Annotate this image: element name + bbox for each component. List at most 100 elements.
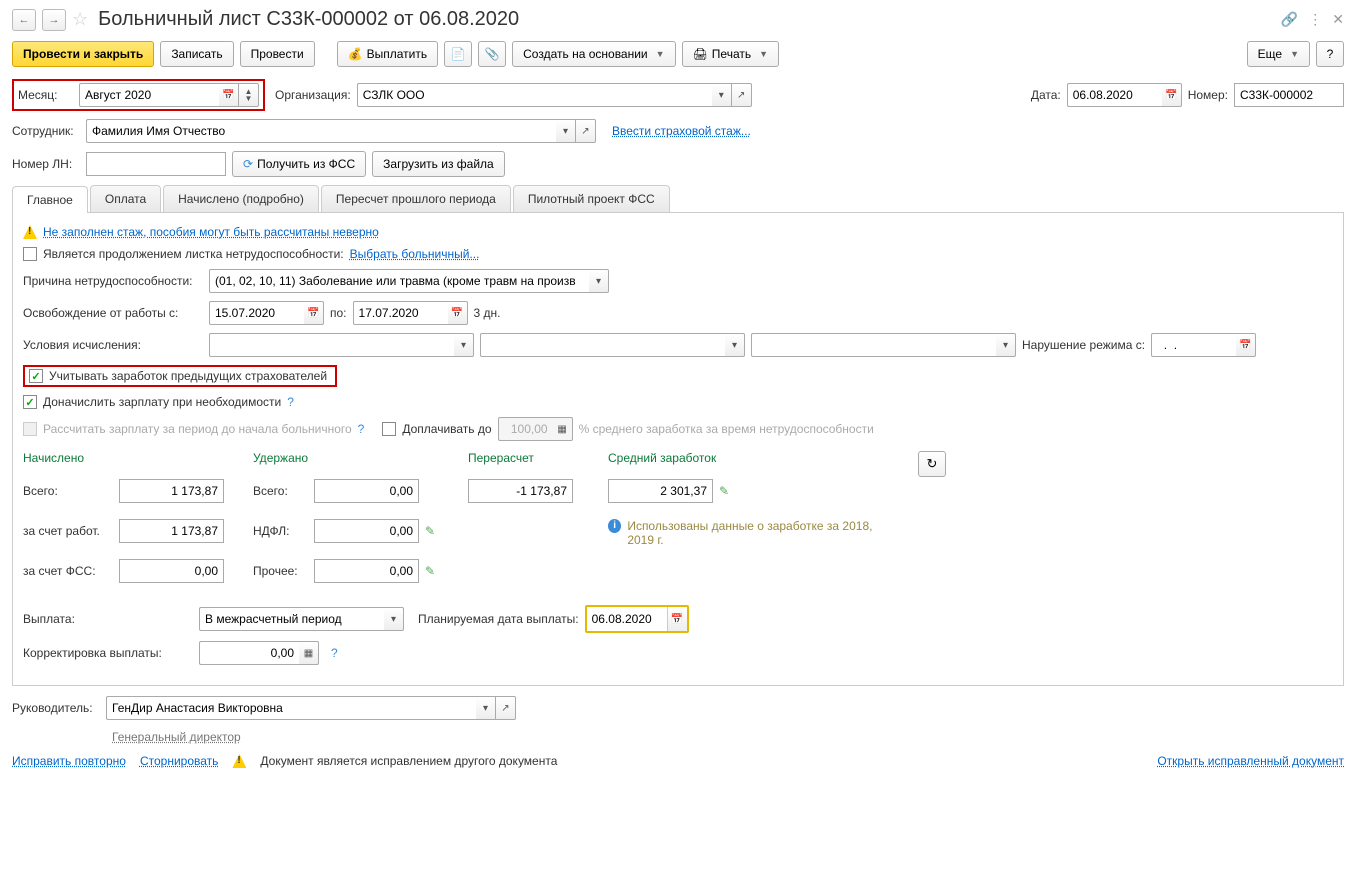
recalc-input[interactable] xyxy=(468,479,573,503)
kebab-menu-icon[interactable]: ⋮ xyxy=(1308,11,1322,28)
number-label: Номер: xyxy=(1188,88,1228,102)
tab-recalc[interactable]: Пересчет прошлого периода xyxy=(321,185,511,212)
refresh-button[interactable] xyxy=(918,451,946,477)
continuation-checkbox[interactable] xyxy=(23,247,37,261)
condition3-input[interactable] xyxy=(751,333,996,357)
accrue-salary-checkbox[interactable] xyxy=(23,395,37,409)
spinner-icon[interactable]: ▲▼ xyxy=(239,83,259,107)
pay-up-label: Доплачивать до xyxy=(402,422,491,436)
ln-number-label: Номер ЛН: xyxy=(12,157,80,171)
calendar-icon[interactable]: 📅 xyxy=(1236,333,1256,357)
nav-forward-button[interactable]: → xyxy=(42,9,66,31)
help-button[interactable]: ? xyxy=(1316,41,1344,67)
withheld-ndfl-input[interactable] xyxy=(314,519,419,543)
more-button[interactable]: Еще▼ xyxy=(1247,41,1310,67)
tab-payment[interactable]: Оплата xyxy=(90,185,161,212)
list-icon-button[interactable] xyxy=(444,41,472,67)
date-input[interactable] xyxy=(1067,83,1162,107)
get-from-fss-button[interactable]: ⟳ Получить из ФСС xyxy=(232,151,366,177)
attach-button[interactable] xyxy=(478,41,506,67)
pay-button[interactable]: Выплатить xyxy=(337,41,438,67)
accrued-fss-input[interactable] xyxy=(119,559,224,583)
save-button[interactable]: Записать xyxy=(160,41,233,67)
recalc-header: Перерасчет xyxy=(468,451,588,465)
tab-pilot[interactable]: Пилотный проект ФСС xyxy=(513,185,670,212)
employee-label: Сотрудник: xyxy=(12,124,80,138)
calendar-icon[interactable]: 📅 xyxy=(304,301,324,325)
dropdown-icon[interactable]: ▾ xyxy=(725,333,745,357)
manager-label: Руководитель: xyxy=(12,701,100,715)
open-corrected-link[interactable]: Открыть исправленный документ xyxy=(1157,754,1344,768)
open-icon[interactable]: ↗ xyxy=(576,119,596,143)
open-icon[interactable]: ↗ xyxy=(496,696,516,720)
dropdown-icon[interactable]: ▾ xyxy=(476,696,496,720)
tab-main[interactable]: Главное xyxy=(12,186,88,213)
calendar-icon[interactable]: 📅 xyxy=(667,607,687,631)
dropdown-icon[interactable]: ▾ xyxy=(996,333,1016,357)
post-button[interactable]: Провести xyxy=(240,41,315,67)
violation-date-input[interactable] xyxy=(1151,333,1236,357)
accrued-total-input[interactable] xyxy=(119,479,224,503)
employee-input[interactable] xyxy=(86,119,556,143)
org-input[interactable] xyxy=(357,83,712,107)
edit-icon[interactable]: ✎ xyxy=(425,564,435,578)
enter-stazh-link[interactable]: Ввести страховой стаж... xyxy=(612,124,751,138)
withheld-total-input[interactable] xyxy=(314,479,419,503)
edit-icon[interactable]: ✎ xyxy=(719,484,729,498)
dropdown-icon[interactable]: ▾ xyxy=(589,269,609,293)
pay-up-checkbox[interactable] xyxy=(382,422,396,436)
calendar-icon[interactable]: 📅 xyxy=(448,301,468,325)
create-based-button[interactable]: Создать на основании▼ xyxy=(512,41,675,67)
accrue-salary-label: Доначислить зарплату при необходимости xyxy=(43,395,281,409)
favorite-star-icon[interactable]: ☆ xyxy=(72,9,88,30)
refresh-icon xyxy=(927,456,938,472)
payout-input[interactable] xyxy=(199,607,384,631)
condition2-input[interactable] xyxy=(480,333,725,357)
correction-doc-text: Документ является исправлением другого д… xyxy=(260,754,557,768)
post-and-close-button[interactable]: Провести и закрыть xyxy=(12,41,154,67)
edit-icon[interactable]: ✎ xyxy=(425,524,435,538)
tab-accrued[interactable]: Начислено (подробно) xyxy=(163,185,319,212)
help-icon[interactable]: ? xyxy=(358,422,365,436)
load-from-file-button[interactable]: Загрузить из файла xyxy=(372,151,505,177)
withheld-other-input[interactable] xyxy=(314,559,419,583)
prev-insurers-checkbox[interactable] xyxy=(29,369,43,383)
select-ln-link[interactable]: Выбрать больничный... xyxy=(350,247,480,261)
open-icon[interactable]: ↗ xyxy=(732,83,752,107)
manager-input[interactable] xyxy=(106,696,476,720)
storno-link[interactable]: Сторнировать xyxy=(140,754,218,768)
correction-input[interactable] xyxy=(199,641,299,665)
nav-back-button[interactable]: ← xyxy=(12,9,36,31)
condition1-input[interactable] xyxy=(209,333,454,357)
dropdown-icon[interactable]: ▾ xyxy=(384,607,404,631)
release-to-input[interactable] xyxy=(353,301,448,325)
manager-position-link[interactable]: Генеральный директор xyxy=(112,730,241,744)
link-icon[interactable]: 🔗 xyxy=(1281,11,1298,28)
calc-icon[interactable]: ▦ xyxy=(299,641,319,665)
accrued-header: Начислено xyxy=(23,451,233,465)
dropdown-icon[interactable]: ▾ xyxy=(556,119,576,143)
reason-input[interactable] xyxy=(209,269,589,293)
release-from-input[interactable] xyxy=(209,301,304,325)
correction-label: Корректировка выплаты: xyxy=(23,646,193,660)
help-icon[interactable]: ? xyxy=(287,395,294,409)
month-input[interactable] xyxy=(79,83,219,107)
number-input[interactable] xyxy=(1234,83,1344,107)
planned-date-input[interactable] xyxy=(587,607,667,631)
help-icon[interactable]: ? xyxy=(331,646,338,660)
info-icon: i xyxy=(608,519,621,533)
dropdown-icon[interactable]: ▾ xyxy=(454,333,474,357)
close-icon[interactable]: ✕ xyxy=(1332,11,1344,28)
fix-again-link[interactable]: Исправить повторно xyxy=(12,754,126,768)
calendar-icon[interactable]: 📅 xyxy=(219,83,239,107)
stazh-warning-link[interactable]: Не заполнен стаж, пособия могут быть рас… xyxy=(43,225,379,239)
calc-icon: ▦ xyxy=(553,417,573,441)
days-count: 3 дн. xyxy=(474,306,501,320)
avg-input[interactable] xyxy=(608,479,713,503)
accrued-employer-input[interactable] xyxy=(119,519,224,543)
ln-number-input[interactable] xyxy=(86,152,226,176)
print-button[interactable]: Печать▼ xyxy=(682,41,779,67)
violation-label: Нарушение режима с: xyxy=(1022,338,1145,352)
dropdown-icon[interactable]: ▾ xyxy=(712,83,732,107)
calendar-icon[interactable]: 📅 xyxy=(1162,83,1182,107)
